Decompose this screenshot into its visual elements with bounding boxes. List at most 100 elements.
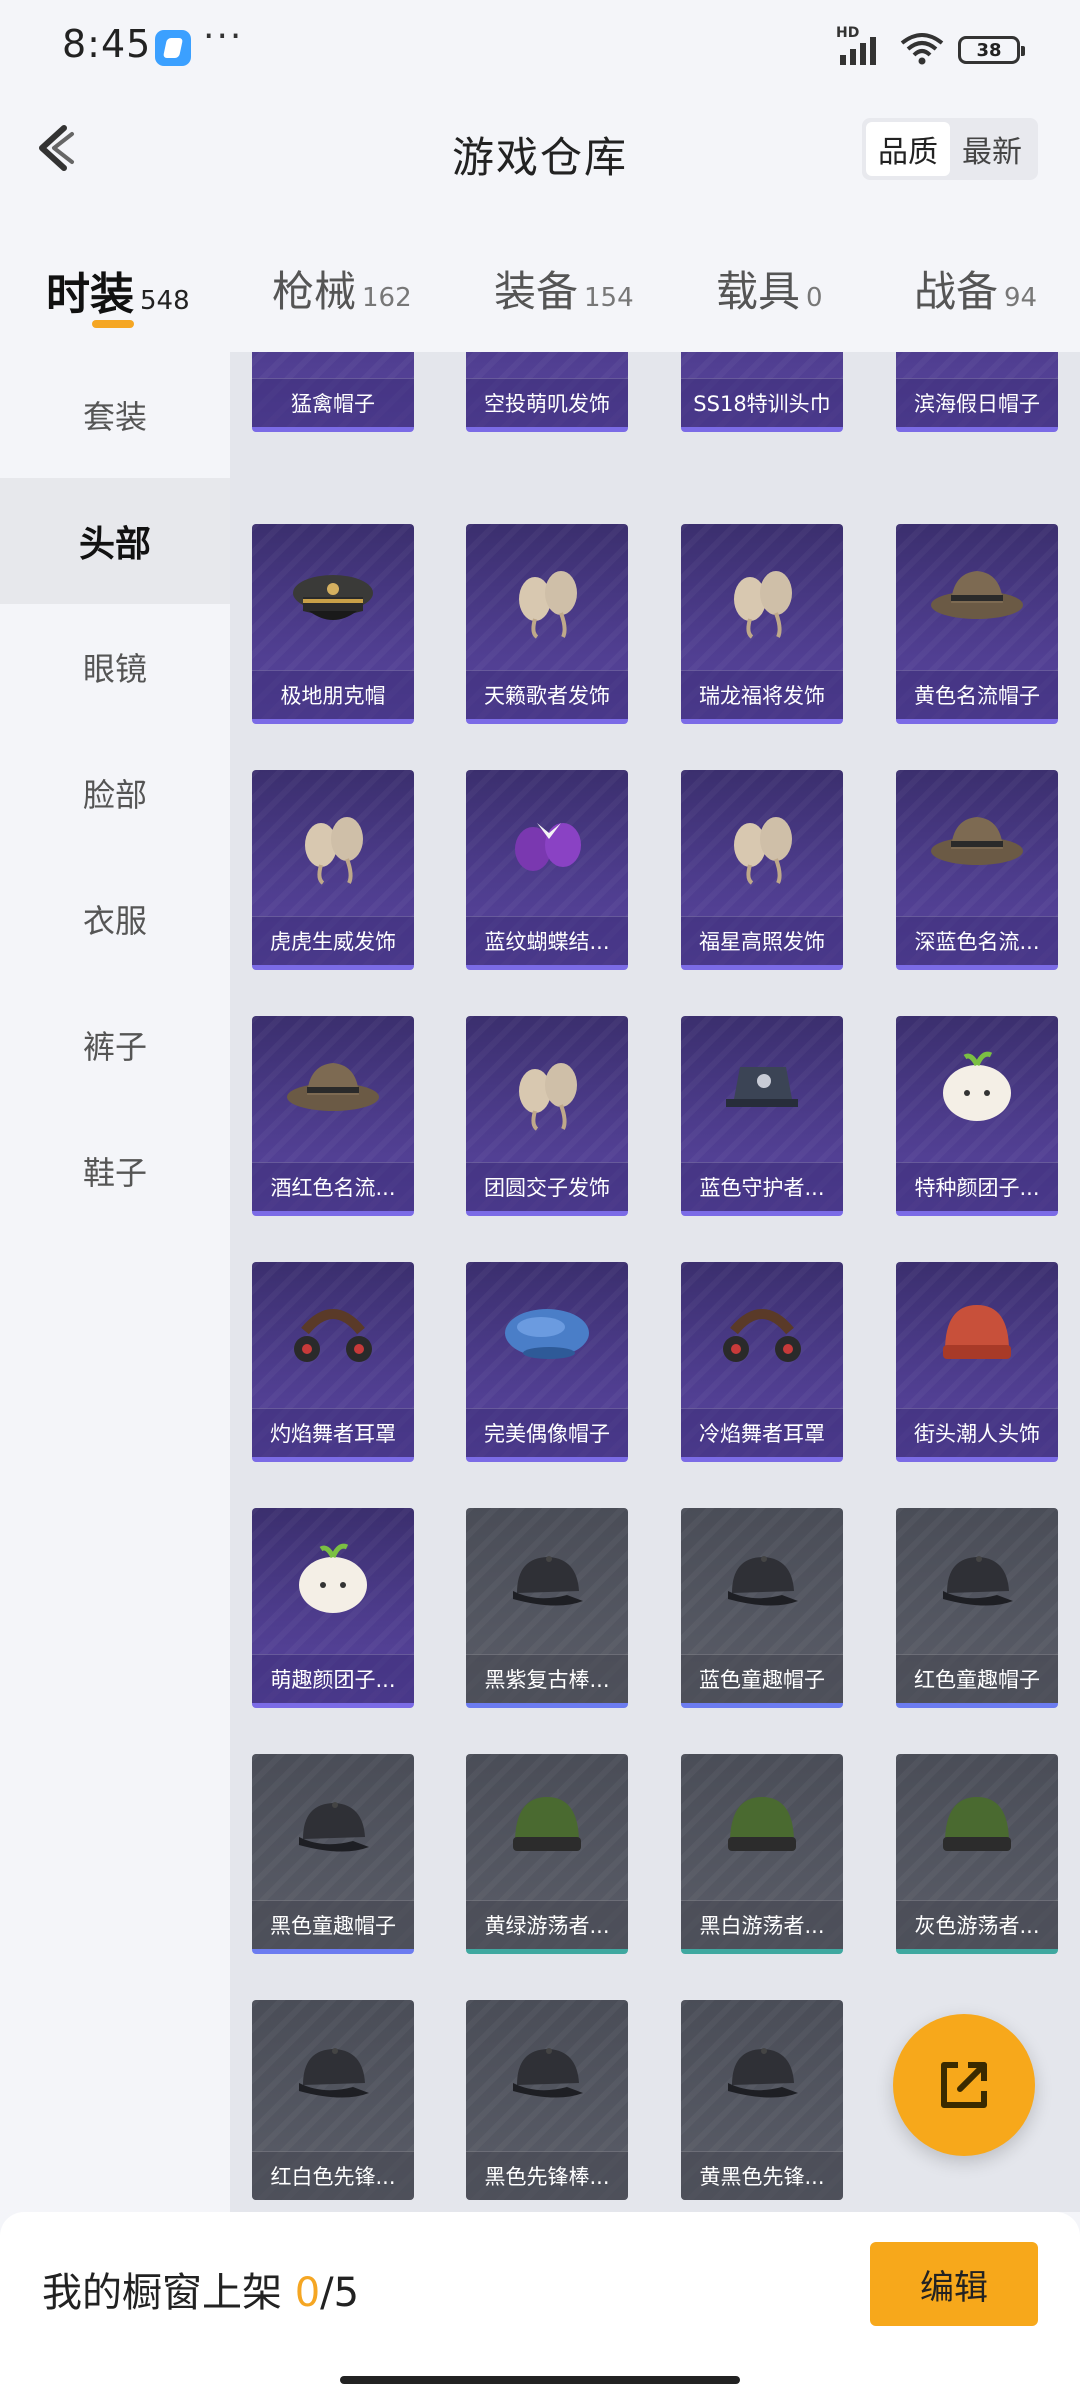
tab-supplies[interactable]: 战备 94 [914,258,1037,319]
hair-accessory-icon [712,553,812,647]
item-card[interactable]: 天籁歌者发饰 [466,524,628,724]
item-card[interactable]: SS18特训头巾 [681,352,843,432]
earmuff-icon [712,1291,812,1385]
item-name-bar: 红白色先锋... [252,2151,414,2200]
sort-option-quality[interactable]: 品质 [866,122,950,176]
sidebar-item-shoes[interactable]: 鞋子 [0,1108,230,1234]
item-name: 黄色名流帽子 [914,684,1040,708]
sidebar-item-pants[interactable]: 裤子 [0,982,230,1108]
tab-count: 154 [584,283,634,313]
sidebar-item-clothes[interactable]: 衣服 [0,856,230,982]
item-card[interactable]: 蓝色童趣帽子 [681,1508,843,1708]
item-card[interactable]: 蓝色守护者... [681,1016,843,1216]
tab-count: 0 [806,283,823,313]
tab-vehicles[interactable]: 载具 0 [716,258,823,319]
signal-icon: HD [836,25,886,67]
fedora-icon [283,1045,383,1139]
item-card[interactable]: 黄色名流帽子 [896,524,1058,724]
item-name: 团圆交子发饰 [484,1176,610,1200]
tab-label: 装备 [494,267,579,316]
item-name: 红色童趣帽子 [914,1668,1040,1692]
item-card[interactable]: 黑色童趣帽子 [252,1754,414,1954]
item-name: 福星高照发饰 [699,930,825,954]
item-name: 酒红色名流... [270,1176,396,1200]
status-more: ··· [203,16,244,57]
fedora-icon [927,799,1027,893]
item-name: 深蓝色名流... [914,930,1040,954]
hair-accessory-icon [497,553,597,647]
item-card[interactable]: 冷焰舞者耳罩 [681,1262,843,1462]
item-name-bar: 蓝纹蝴蝶结... [466,916,628,965]
item-card[interactable]: 红色童趣帽子 [896,1508,1058,1708]
item-card[interactable]: 红白色先锋... [252,2000,414,2200]
battery-icon: 38 [958,36,1025,64]
item-card[interactable]: 黑色先锋棒... [466,2000,628,2200]
tab-equipment[interactable]: 装备 154 [494,258,634,319]
item-card[interactable]: 灰色游荡者... [896,1754,1058,1954]
dumpling-hat-icon [283,1537,383,1631]
item-card[interactable]: 灼焰舞者耳罩 [252,1262,414,1462]
item-card[interactable]: 黄绿游荡者... [466,1754,628,1954]
sidebar-item-head[interactable]: 头部 [0,478,230,604]
share-button[interactable] [893,2014,1035,2156]
item-card[interactable]: 深蓝色名流... [896,770,1058,970]
item-card[interactable]: 猛禽帽子 [252,352,414,432]
item-name-bar: 黄色名流帽子 [896,670,1058,719]
item-name: 黄黑色先锋... [699,2165,825,2189]
item-card[interactable]: 团圆交子发饰 [466,1016,628,1216]
item-card[interactable]: 空投萌叽发饰 [466,352,628,432]
item-card[interactable]: 蓝纹蝴蝶结... [466,770,628,970]
item-card[interactable]: 萌趣颜团子... [252,1508,414,1708]
item-name-bar: 空投萌叽发饰 [466,378,628,427]
baseball-cap-icon [712,1537,812,1631]
sidebar-item-suits[interactable]: 套装 [0,352,230,478]
item-name: SS18特训头巾 [693,392,831,416]
item-name-bar: 萌趣颜团子... [252,1654,414,1703]
item-name: 极地朋克帽 [280,684,386,708]
item-card[interactable]: 虎虎生威发饰 [252,770,414,970]
status-time: 8:45 [62,22,152,66]
sidebar-item-face[interactable]: 脸部 [0,730,230,856]
header: 游戏仓库 品质 最新 [0,96,1080,206]
baseball-cap-icon [283,2029,383,2123]
beret-icon [497,1291,597,1385]
item-card[interactable]: 黑白游荡者... [681,1754,843,1954]
sort-option-newest[interactable]: 最新 [950,122,1034,176]
hair-accessory-icon [497,1045,597,1139]
home-indicator [340,2376,740,2384]
item-name: 完美偶像帽子 [484,1422,610,1446]
item-name: 虎虎生威发饰 [270,930,396,954]
item-card[interactable]: 特种颜团子... [896,1016,1058,1216]
item-name: 街头潮人头饰 [914,1422,1040,1446]
tab-fashion[interactable]: 时装 548 [46,258,190,322]
sidebar-item-glasses[interactable]: 眼镜 [0,604,230,730]
item-card[interactable]: 街头潮人头饰 [896,1262,1058,1462]
item-card[interactable]: 黄黑色先锋... [681,2000,843,2200]
item-card[interactable]: 极地朋克帽 [252,524,414,724]
item-name-bar: 猛禽帽子 [252,378,414,427]
item-name: 黑色童趣帽子 [270,1914,396,1938]
sidebar: 套装 头部 眼镜 脸部 衣服 裤子 鞋子 [0,352,230,2212]
item-card[interactable]: 福星高照发饰 [681,770,843,970]
item-name: 灰色游荡者... [914,1914,1040,1938]
item-card[interactable]: 酒红色名流... [252,1016,414,1216]
item-name-bar: 极地朋克帽 [252,670,414,719]
beanie-icon [497,1783,597,1877]
showcase-label: 我的橱窗上架 [42,2270,282,2316]
item-card[interactable]: 瑞龙福将发饰 [681,524,843,724]
item-name-bar: 黑色童趣帽子 [252,1900,414,1949]
item-card[interactable]: 滨海假日帽子 [896,352,1058,432]
item-name-bar: 灰色游荡者... [896,1900,1058,1949]
beanie-icon [712,1783,812,1877]
tab-firearms[interactable]: 枪械 162 [272,258,412,319]
item-name-bar: 冷焰舞者耳罩 [681,1408,843,1457]
edit-button[interactable]: 编辑 [870,2242,1038,2326]
tab-count: 548 [140,286,190,316]
hair-accessory-icon [712,799,812,893]
item-card[interactable]: 黑紫复古棒... [466,1508,628,1708]
active-tab-indicator [92,320,134,328]
item-name: 蓝色守护者... [699,1176,825,1200]
item-name-bar: 灼焰舞者耳罩 [252,1408,414,1457]
baseball-cap-icon [497,1537,597,1631]
item-card[interactable]: 完美偶像帽子 [466,1262,628,1462]
